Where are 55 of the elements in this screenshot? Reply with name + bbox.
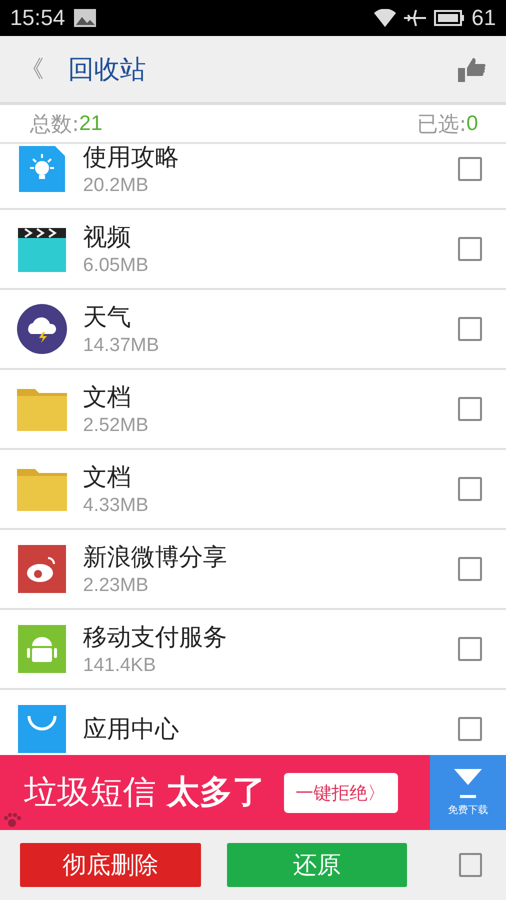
file-size: 2.23MB (83, 575, 150, 597)
file-size: 6.05MB (83, 255, 150, 277)
checkbox[interactable] (458, 237, 482, 261)
shopping-bag-icon (17, 704, 67, 754)
file-row[interactable]: 新浪微博分享 2.23MB (0, 530, 506, 610)
battery-level: 61 (472, 5, 496, 31)
page-title: 回收站 (68, 54, 147, 86)
file-size: 14.37MB (83, 335, 160, 357)
wifi-icon (374, 9, 396, 27)
file-size: 4.33MB (83, 495, 150, 517)
battery-icon (434, 9, 464, 27)
file-row[interactable]: 天气 14.37MB (0, 290, 506, 370)
lightbulb-icon (17, 144, 67, 194)
file-row[interactable]: 文档 2.52MB (0, 370, 506, 450)
total-count: 21 (79, 112, 102, 136)
file-name: 视频 (83, 222, 132, 253)
checkbox[interactable] (458, 637, 482, 661)
checkbox[interactable] (458, 157, 482, 181)
android-icon (17, 624, 67, 674)
file-name: 文档 (83, 462, 132, 493)
file-size: 141.4KB (83, 655, 157, 677)
status-time: 15:54 (10, 5, 66, 31)
selected-label: 已选: (417, 110, 466, 138)
file-name: 应用中心 (83, 714, 180, 745)
paw-icon (2, 812, 22, 828)
file-row[interactable]: 视频 6.05MB (0, 210, 506, 290)
file-name: 天气 (83, 302, 132, 333)
storm-cloud-icon (17, 304, 67, 354)
file-row[interactable]: 移动支付服务 141.4KB (0, 610, 506, 690)
file-size: 20.2MB (83, 175, 150, 197)
file-name: 文档 (83, 382, 132, 413)
checkbox[interactable] (458, 477, 482, 501)
checkbox[interactable] (458, 557, 482, 581)
file-row[interactable]: 文档 4.33MB (0, 450, 506, 530)
download-label: 免费下载 (448, 804, 488, 816)
ad-banner[interactable]: 垃圾短信 太多了 一键拒绝〉 (0, 755, 430, 830)
thumbs-up-icon[interactable] (458, 56, 486, 82)
file-row[interactable]: 使用攻略 20.2MB (0, 144, 506, 210)
file-size: 2.52MB (83, 415, 150, 437)
file-name: 移动支付服务 (83, 622, 228, 653)
selected-count: 0 (466, 112, 478, 136)
download-icon (454, 768, 482, 798)
select-all-checkbox[interactable] (459, 853, 482, 877)
reject-button[interactable]: 一键拒绝〉 (284, 772, 398, 812)
weibo-icon (17, 544, 67, 594)
checkbox[interactable] (458, 717, 482, 741)
file-name: 使用攻略 (83, 144, 180, 173)
delete-button[interactable]: 彻底删除 (20, 843, 201, 887)
total-label: 总数: (30, 110, 80, 138)
ad-headline: 垃圾短信 太多了 (24, 771, 266, 813)
checkbox[interactable] (458, 317, 482, 341)
image-icon (73, 8, 98, 28)
airplane-icon (404, 8, 426, 28)
checkbox[interactable] (458, 397, 482, 421)
file-name: 新浪微博分享 (83, 542, 228, 573)
